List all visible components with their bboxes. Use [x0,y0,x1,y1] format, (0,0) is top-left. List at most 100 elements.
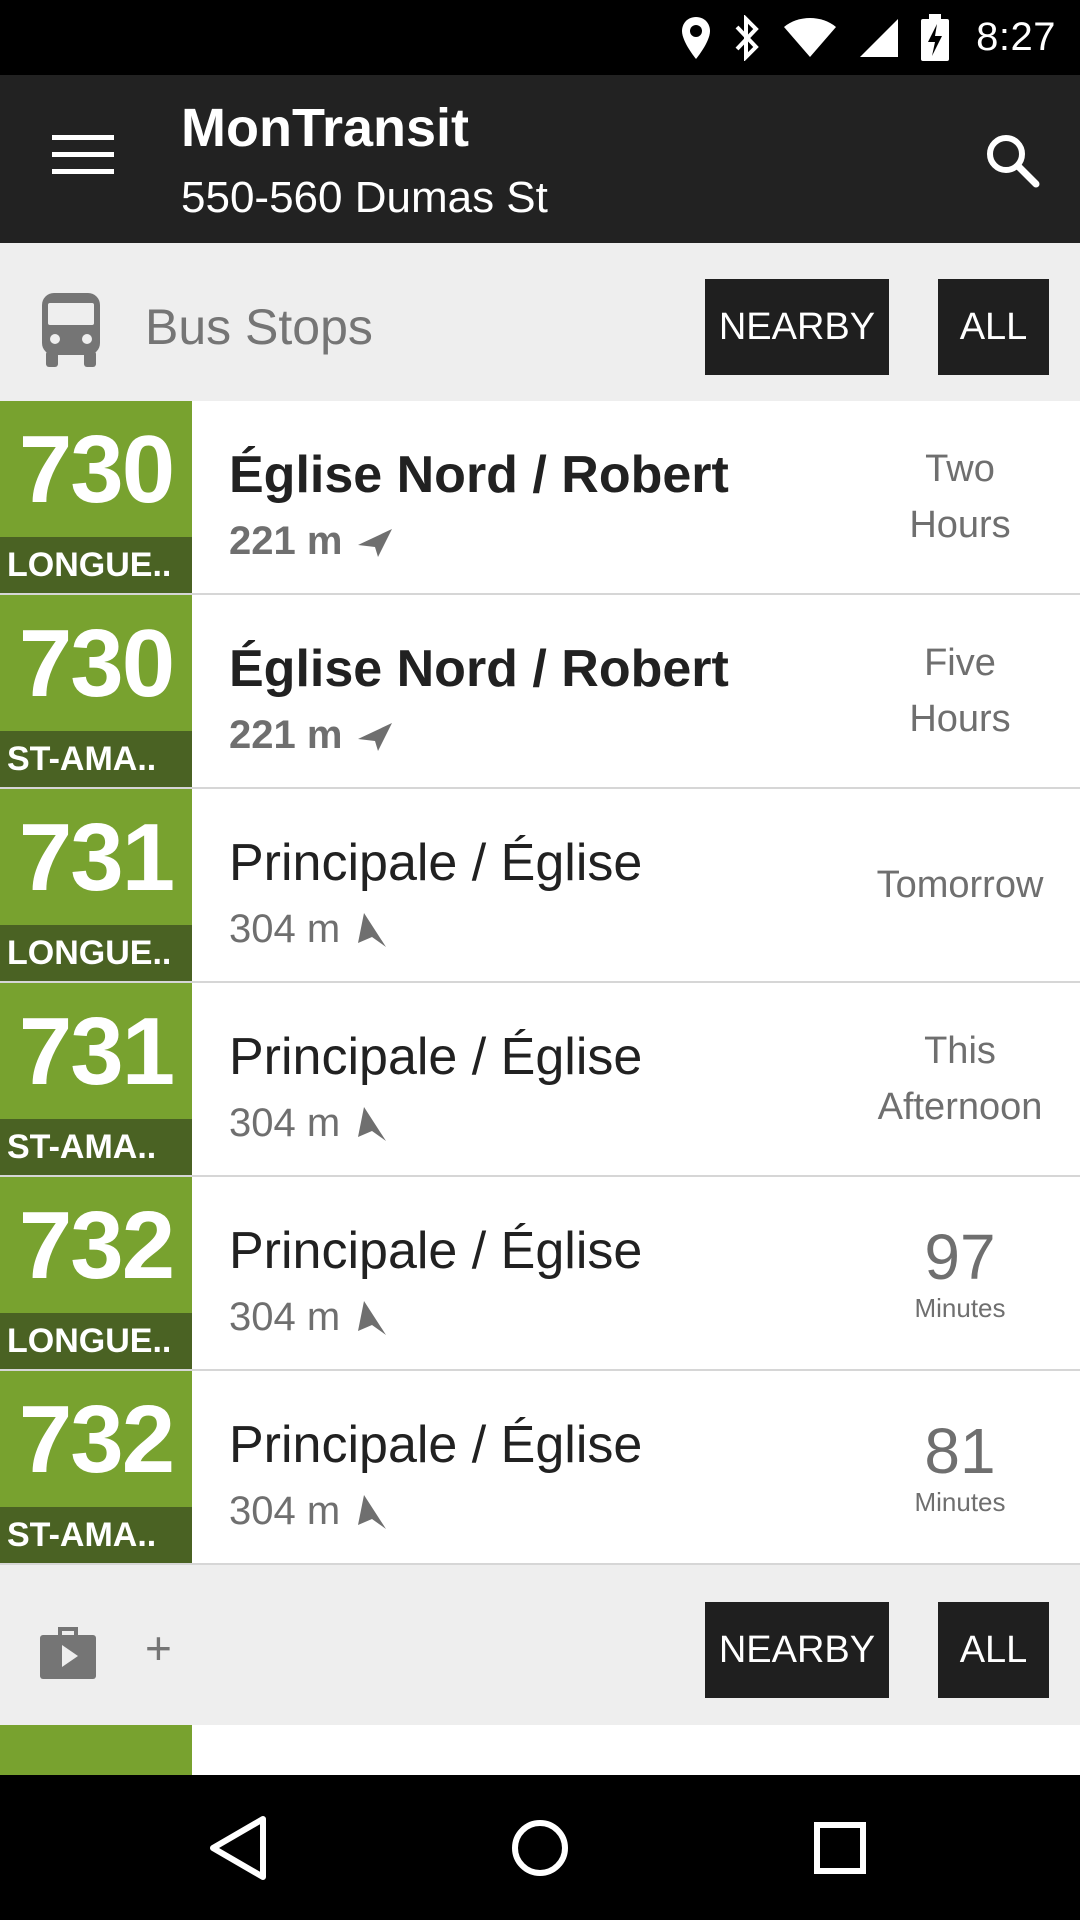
menu-button[interactable] [52,135,114,181]
stop-time: Five Hours [840,595,1080,787]
app-title: MonTransit [181,98,470,158]
stop-distance: 304 m [229,907,388,952]
stop-row[interactable]: 731 ST-AMA.. Principale / Église 304 m This A… [0,983,1080,1177]
route-direction: LONGUE.. [0,925,192,981]
route-direction: ST-AMA.. [0,1119,192,1175]
direction-arrow-icon [358,912,387,947]
stop-distance: 304 m [229,1295,388,1340]
stop-time: 81 Minutes [840,1371,1080,1563]
direction-arrow-icon [358,1300,387,1335]
status-time: 8:27 [976,15,1056,59]
cellular-signal-icon [860,18,899,57]
home-icon [512,1820,568,1876]
navigation-bar [0,1775,1080,1920]
home-button[interactable] [503,1811,577,1885]
stop-name: Église Nord / Robert [229,446,729,504]
route-direction: ST-AMA.. [0,731,192,787]
time-text: This [924,1030,996,1072]
route-number: 732 [18,1192,175,1299]
route-direction: ST-AMA.. [0,1507,192,1563]
stop-time: 97 Minutes [840,1177,1080,1369]
distance-text: 304 m [229,907,341,951]
time-value: 97 [924,1221,996,1293]
stop-list: 730 LONGUE.. Église Nord / Robert 221 m Two H… [0,401,1080,1565]
direction-arrow-icon [358,1494,387,1529]
stop-name: Principale / Église [229,1028,643,1086]
route-number: 731 [18,804,175,911]
stop-distance: 304 m [229,1101,388,1146]
bus-stops-header: Bus Stops NEARBY ALL [0,243,1080,402]
route-badge: 730 LONGUE.. [0,401,192,593]
time-text: Two [925,448,995,490]
route-badge: 730 ST-AMA.. [0,595,192,787]
more-section-header: + NEARBY ALL [0,1566,1080,1725]
distance-text: 304 m [229,1295,341,1339]
stop-name: Principale / Église [229,1222,643,1280]
wifi-icon [784,17,837,57]
menu-icon [52,135,114,140]
store-bag-icon [40,1627,96,1679]
distance-text: 304 m [229,1101,341,1145]
nearby-button[interactable]: NEARBY [705,279,889,375]
stop-time: Two Hours [840,401,1080,593]
time-unit: Minutes [914,1487,1006,1517]
stop-row[interactable]: 731 LONGUE.. Principale / Église 304 m Tomor… [0,789,1080,983]
stop-row[interactable]: 732 ST-AMA.. Principale / Église 304 m 81 Min… [0,1371,1080,1565]
direction-arrow-icon [358,528,393,557]
stop-distance: 221 m [229,713,394,758]
route-direction: LONGUE.. [0,537,192,593]
recents-icon [814,1822,866,1874]
time-value: 81 [924,1415,996,1487]
stop-distance: 221 m [229,519,394,564]
app-toolbar: MonTransit 550-560 Dumas St [0,75,1080,243]
stop-name: Église Nord / Robert [229,640,729,698]
search-icon [987,135,1040,188]
route-badge: 731 LONGUE.. [0,789,192,981]
all-button-2[interactable]: ALL [938,1602,1049,1698]
recents-button[interactable] [803,1811,877,1885]
time-unit: Minutes [914,1293,1006,1323]
stop-distance: 304 m [229,1489,388,1534]
direction-arrow-icon [358,1106,387,1141]
back-button[interactable] [203,1811,277,1885]
bluetooth-icon [735,14,759,61]
time-text: Hours [909,698,1011,740]
time-text: Five [924,642,996,684]
route-number: 730 [18,416,175,523]
distance-text: 304 m [229,1489,341,1533]
status-bar: 8:27 [0,0,1080,75]
route-direction: LONGUE.. [0,1313,192,1369]
location-subtitle: 550-560 Dumas St [181,173,548,222]
route-number: 730 [18,610,175,717]
time-text: Tomorrow [876,864,1044,906]
stop-row[interactable]: 730 LONGUE.. Église Nord / Robert 221 m Two H… [0,401,1080,595]
battery-charging-icon [921,13,950,61]
stop-time: Tomorrow [840,789,1080,981]
status-icons: 8:27 [680,0,1056,75]
route-number: 732 [18,1386,175,1493]
distance-text: 221 m [229,519,343,563]
distance-text: 221 m [229,713,343,757]
back-icon [210,1816,266,1880]
route-badge [0,1725,192,1775]
stop-name: Principale / Église [229,834,643,892]
route-badge: 731 ST-AMA.. [0,983,192,1175]
stop-row[interactable]: 732 LONGUE.. Principale / Église 304 m 97 Min… [0,1177,1080,1371]
route-number: 731 [18,998,175,1105]
direction-arrow-icon [358,722,393,751]
section-title: + [145,1622,172,1674]
section-title: Bus Stops [145,299,373,355]
stop-row[interactable]: 730 ST-AMA.. Église Nord / Robert 221 m Five… [0,595,1080,789]
stop-name: Principale / Église [229,1416,643,1474]
route-badge: 732 ST-AMA.. [0,1371,192,1563]
location-icon [682,16,711,59]
nearby-button-2[interactable]: NEARBY [705,1602,889,1698]
bus-icon [42,293,100,367]
search-button[interactable] [982,130,1042,190]
stop-time: This Afternoon [840,983,1080,1175]
all-button[interactable]: ALL [938,279,1049,375]
route-badge: 732 LONGUE.. [0,1177,192,1369]
partial-stop-row[interactable] [0,1725,1080,1775]
time-text: Afternoon [877,1086,1043,1128]
time-text: Hours [909,504,1011,546]
